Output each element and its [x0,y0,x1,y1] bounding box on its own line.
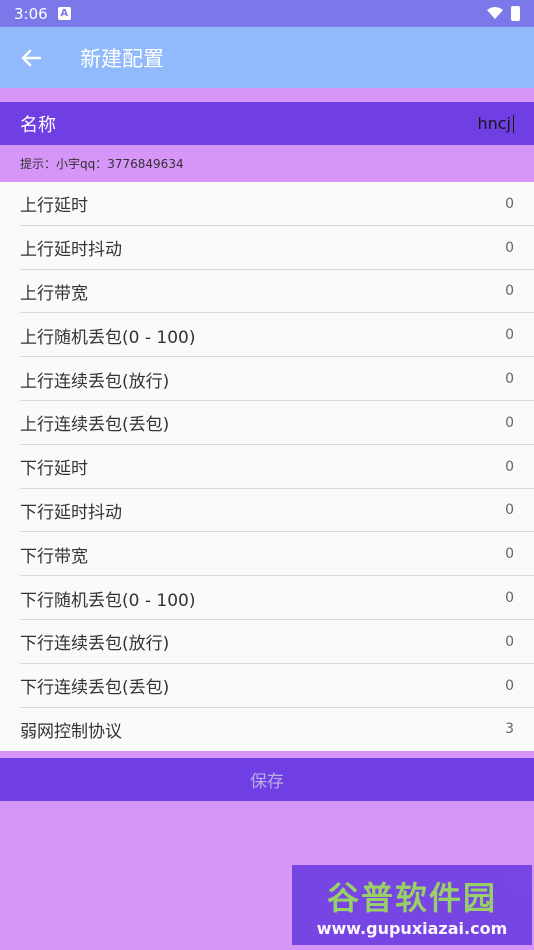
setting-label: 上行延时抖动 [20,240,122,261]
setting-row[interactable]: 下行连续丢包(丢包) 0 [0,664,534,708]
settings-list: 上行延时 0 上行延时抖动 0 上行带宽 0 上行随机丢包(0 - 100) 0 上行连… [0,182,534,752]
setting-row[interactable]: 下行连续丢包(放行) 0 [0,620,534,664]
setting-label: 上行延时 [20,196,88,217]
name-value: hncj [477,114,511,133]
hint-text: 提示：小宇qq：3776849634 [0,145,534,182]
setting-row[interactable]: 上行延时 0 [0,182,534,226]
setting-row[interactable]: 上行带宽 0 [0,270,534,314]
status-icons [487,6,520,21]
setting-label: 下行延时 [20,459,88,480]
watermark: 谷普软件园 www.gupuxiazai.com [292,865,532,945]
app-bar: 新建配置 [0,27,534,88]
status-bar: 3:06 A [0,0,534,27]
setting-row[interactable]: 上行连续丢包(丢包) 0 [0,401,534,445]
text-cursor [513,114,514,133]
setting-value[interactable]: 0 [505,283,514,299]
arrow-left-icon [21,49,41,66]
save-button[interactable]: 保存 [0,758,534,801]
setting-value[interactable]: 0 [505,502,514,518]
setting-value[interactable]: 0 [505,546,514,562]
setting-row[interactable]: 下行延时抖动 0 [0,489,534,533]
status-time: 3:06 [14,4,48,23]
watermark-url: www.gupuxiazai.com [316,918,508,938]
setting-row[interactable]: 弱网控制协议 3 [0,708,534,752]
page-title: 新建配置 [80,46,164,71]
setting-label: 上行连续丢包(放行) [20,371,170,392]
setting-label: 下行随机丢包(0 - 100) [20,590,196,611]
setting-value[interactable]: 0 [505,678,514,694]
setting-row[interactable]: 上行连续丢包(放行) 0 [0,357,534,401]
back-button[interactable] [0,27,62,88]
setting-value[interactable]: 0 [505,634,514,650]
wifi-icon [487,7,503,19]
setting-row[interactable]: 上行随机丢包(0 - 100) 0 [0,313,534,357]
setting-label: 弱网控制协议 [20,721,122,742]
setting-label: 上行带宽 [20,283,88,304]
setting-row[interactable]: 下行随机丢包(0 - 100) 0 [0,576,534,620]
setting-value[interactable]: 0 [505,415,514,431]
setting-value[interactable]: 0 [505,371,514,387]
setting-value[interactable]: 0 [505,590,514,606]
setting-row[interactable]: 下行带宽 0 [0,532,534,576]
name-input[interactable]: hncj [477,114,514,133]
a-icon: A [57,7,71,20]
setting-value[interactable]: 0 [505,196,514,212]
config-form: 名称 hncj 提示：小宇qq：3776849634 上行延时 0 上行延时抖动 0… [0,102,534,752]
name-label: 名称 [20,114,56,136]
battery-icon [511,6,520,21]
name-field-row[interactable]: 名称 hncj [0,102,534,145]
setting-label: 下行延时抖动 [20,502,122,523]
setting-value[interactable]: 0 [505,459,514,475]
setting-value[interactable]: 3 [505,721,514,737]
setting-label: 下行连续丢包(放行) [20,634,170,655]
setting-value[interactable]: 0 [505,327,514,343]
setting-row[interactable]: 下行延时 0 [0,445,534,489]
setting-label: 下行带宽 [20,546,88,567]
setting-label: 上行连续丢包(丢包) [20,415,170,436]
setting-row[interactable]: 上行延时抖动 0 [0,226,534,270]
setting-label: 下行连续丢包(丢包) [20,678,170,699]
setting-label: 上行随机丢包(0 - 100) [20,327,196,348]
watermark-brand: 谷普软件园 [326,878,497,917]
setting-value[interactable]: 0 [505,240,514,256]
